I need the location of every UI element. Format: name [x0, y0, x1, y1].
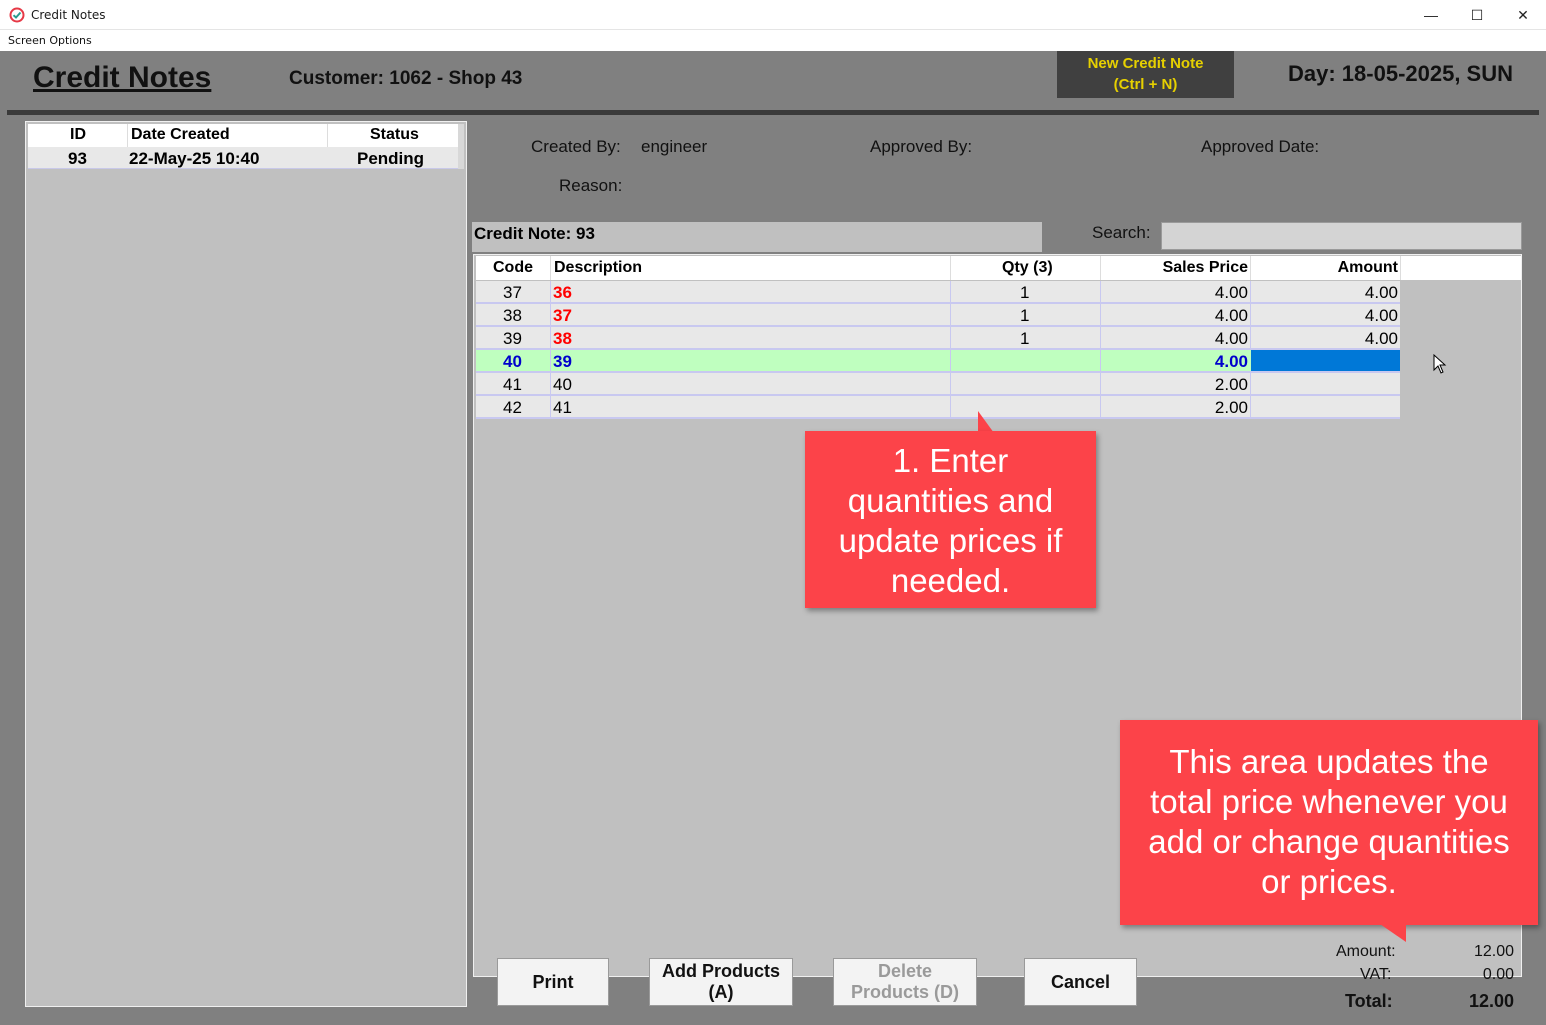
reason-label: Reason:: [559, 176, 623, 195]
search-input[interactable]: [1161, 222, 1522, 250]
credit-note-id: 93: [68, 149, 87, 168]
page-title: Credit Notes: [33, 61, 212, 94]
cell-sales-price[interactable]: 2.00: [1215, 398, 1248, 418]
callout-text: total price whenever you: [1150, 783, 1508, 820]
table-row[interactable]: 42 41 2.00: [476, 396, 1400, 419]
list-header: ID Date Created Status: [28, 124, 458, 147]
window-title: Credit Notes: [31, 8, 106, 22]
cell-qty[interactable]: 1: [1020, 306, 1029, 326]
day-label: Day: 18-05-2025, SUN: [1288, 61, 1514, 86]
cell-sales-price[interactable]: 4.00: [1215, 306, 1248, 326]
credit-note-status: Pending: [357, 149, 425, 168]
callout-text: add or change quantities: [1148, 823, 1510, 860]
new-credit-note-label: New Credit Note: [1087, 55, 1204, 72]
app-logo-icon: [9, 7, 25, 23]
col-sales-price: Sales Price: [1162, 259, 1248, 276]
approved-date-label: Approved Date:: [1201, 137, 1320, 156]
vat-value: 0.00: [1482, 966, 1514, 983]
cell-code: 42: [503, 398, 522, 417]
amount-value: 12.00: [1473, 943, 1514, 960]
cancel-button[interactable]: Cancel: [1024, 958, 1137, 1006]
callout-text: quantities and: [847, 482, 1054, 519]
col-qty: Qty (3): [1002, 259, 1053, 276]
cell-sales-price[interactable]: 4.00: [1215, 283, 1248, 303]
title-bar: Credit Notes — ☐ ✕: [0, 0, 1546, 30]
cell-description: 38: [553, 329, 572, 348]
callout-text: update prices if: [838, 522, 1063, 559]
callout-text: 1. Enter: [892, 442, 1009, 479]
menu-bar: Screen Options: [0, 30, 1546, 51]
header-divider: [7, 110, 1539, 115]
callout-pointer: [978, 411, 994, 433]
cell-amount: 4.00: [1364, 306, 1398, 325]
print-button[interactable]: Print: [497, 958, 609, 1006]
cell-sales-price[interactable]: 2.00: [1215, 375, 1248, 395]
col-status: Status: [370, 126, 419, 143]
customer-label: Customer: 1062 - Shop 43: [289, 68, 523, 89]
table-row[interactable]: 41 40 2.00: [476, 373, 1400, 396]
minimize-button[interactable]: —: [1408, 0, 1454, 30]
amount-label: Amount:: [1336, 943, 1396, 960]
credit-note-number: Credit Note: 93: [472, 222, 1042, 252]
add-products-shortcut: (A): [708, 982, 734, 1002]
tip-callout-totals: This area updates the total price whenev…: [1120, 720, 1538, 925]
credit-note-date: 22-May-25 10:40: [129, 149, 260, 168]
menu-screen-options[interactable]: Screen Options: [8, 34, 92, 47]
maximize-button[interactable]: ☐: [1454, 0, 1500, 30]
main-area: Credit Notes Customer: 1062 - Shop 43 Ne…: [2, 51, 1544, 1025]
callout-text: needed.: [890, 562, 1011, 599]
cell-code: 41: [503, 375, 522, 394]
cell-code: 37: [503, 283, 522, 302]
cell-amount-selected[interactable]: [1251, 350, 1400, 371]
cell-description: 40: [553, 375, 572, 394]
cell-description: 39: [553, 352, 572, 371]
cell-amount: 4.00: [1364, 329, 1398, 348]
table-row-selected[interactable]: 40 39 4.00: [476, 350, 1400, 373]
new-credit-note-button[interactable]: New Credit Note (Ctrl + N): [1057, 51, 1234, 98]
approved-by-label: Approved By:: [870, 137, 973, 156]
table-row[interactable]: 38 37 1 4.00 4.00: [476, 304, 1400, 327]
credit-notes-list[interactable]: ID Date Created Status 93 22-May-25 10:4…: [25, 121, 467, 1007]
table-row[interactable]: 39 38 1 4.00 4.00: [476, 327, 1400, 350]
col-date-created: Date Created: [131, 126, 230, 143]
callout-pointer: [1380, 924, 1406, 942]
delete-products-button[interactable]: Delete Products (D): [833, 958, 977, 1006]
col-amount: Amount: [1337, 259, 1398, 276]
col-code: Code: [493, 259, 533, 276]
search-label: Search:: [1092, 223, 1151, 242]
delete-products-label: Delete: [877, 961, 933, 981]
callout-text: or prices.: [1261, 863, 1397, 900]
callout-text: This area updates the: [1169, 743, 1489, 780]
cell-code: 40: [503, 352, 522, 371]
list-item[interactable]: 93 22-May-25 10:40 Pending: [28, 147, 458, 169]
add-products-button[interactable]: Add Products (A): [649, 958, 793, 1006]
cell-sales-price[interactable]: 4.00: [1215, 329, 1248, 349]
cell-description: 37: [553, 306, 572, 325]
cell-qty[interactable]: 1: [1020, 329, 1029, 349]
created-by-value: engineer: [641, 137, 708, 156]
table-row[interactable]: 37 36 1 4.00 4.00: [476, 281, 1400, 304]
created-by-label: Created By:: [531, 137, 621, 156]
col-description: Description: [554, 259, 643, 276]
cell-qty[interactable]: 1: [1020, 283, 1029, 303]
list-scrollbar[interactable]: [458, 124, 464, 169]
cell-amount: 4.00: [1364, 283, 1398, 302]
close-button[interactable]: ✕: [1500, 0, 1546, 30]
delete-products-shortcut: Products (D): [851, 982, 959, 1002]
vat-label: VAT:: [1360, 966, 1392, 983]
tip-callout-enter-quantities: 1. Enter quantities and update prices if…: [805, 431, 1096, 608]
cell-description: 41: [553, 398, 572, 417]
total-label: Total:: [1345, 991, 1393, 1011]
new-credit-note-shortcut: (Ctrl + N): [1113, 76, 1178, 93]
cell-sales-price[interactable]: 4.00: [1215, 352, 1248, 372]
cell-description: 36: [553, 283, 572, 302]
mouse-cursor-icon: [1433, 354, 1447, 374]
add-products-label: Add Products: [661, 961, 780, 981]
grid-header: Code Description Qty (3) Sales Price Amo…: [476, 256, 1521, 280]
cell-code: 38: [503, 306, 522, 325]
cell-code: 39: [503, 329, 522, 348]
total-value: 12.00: [1468, 991, 1514, 1011]
col-id: ID: [70, 126, 86, 143]
